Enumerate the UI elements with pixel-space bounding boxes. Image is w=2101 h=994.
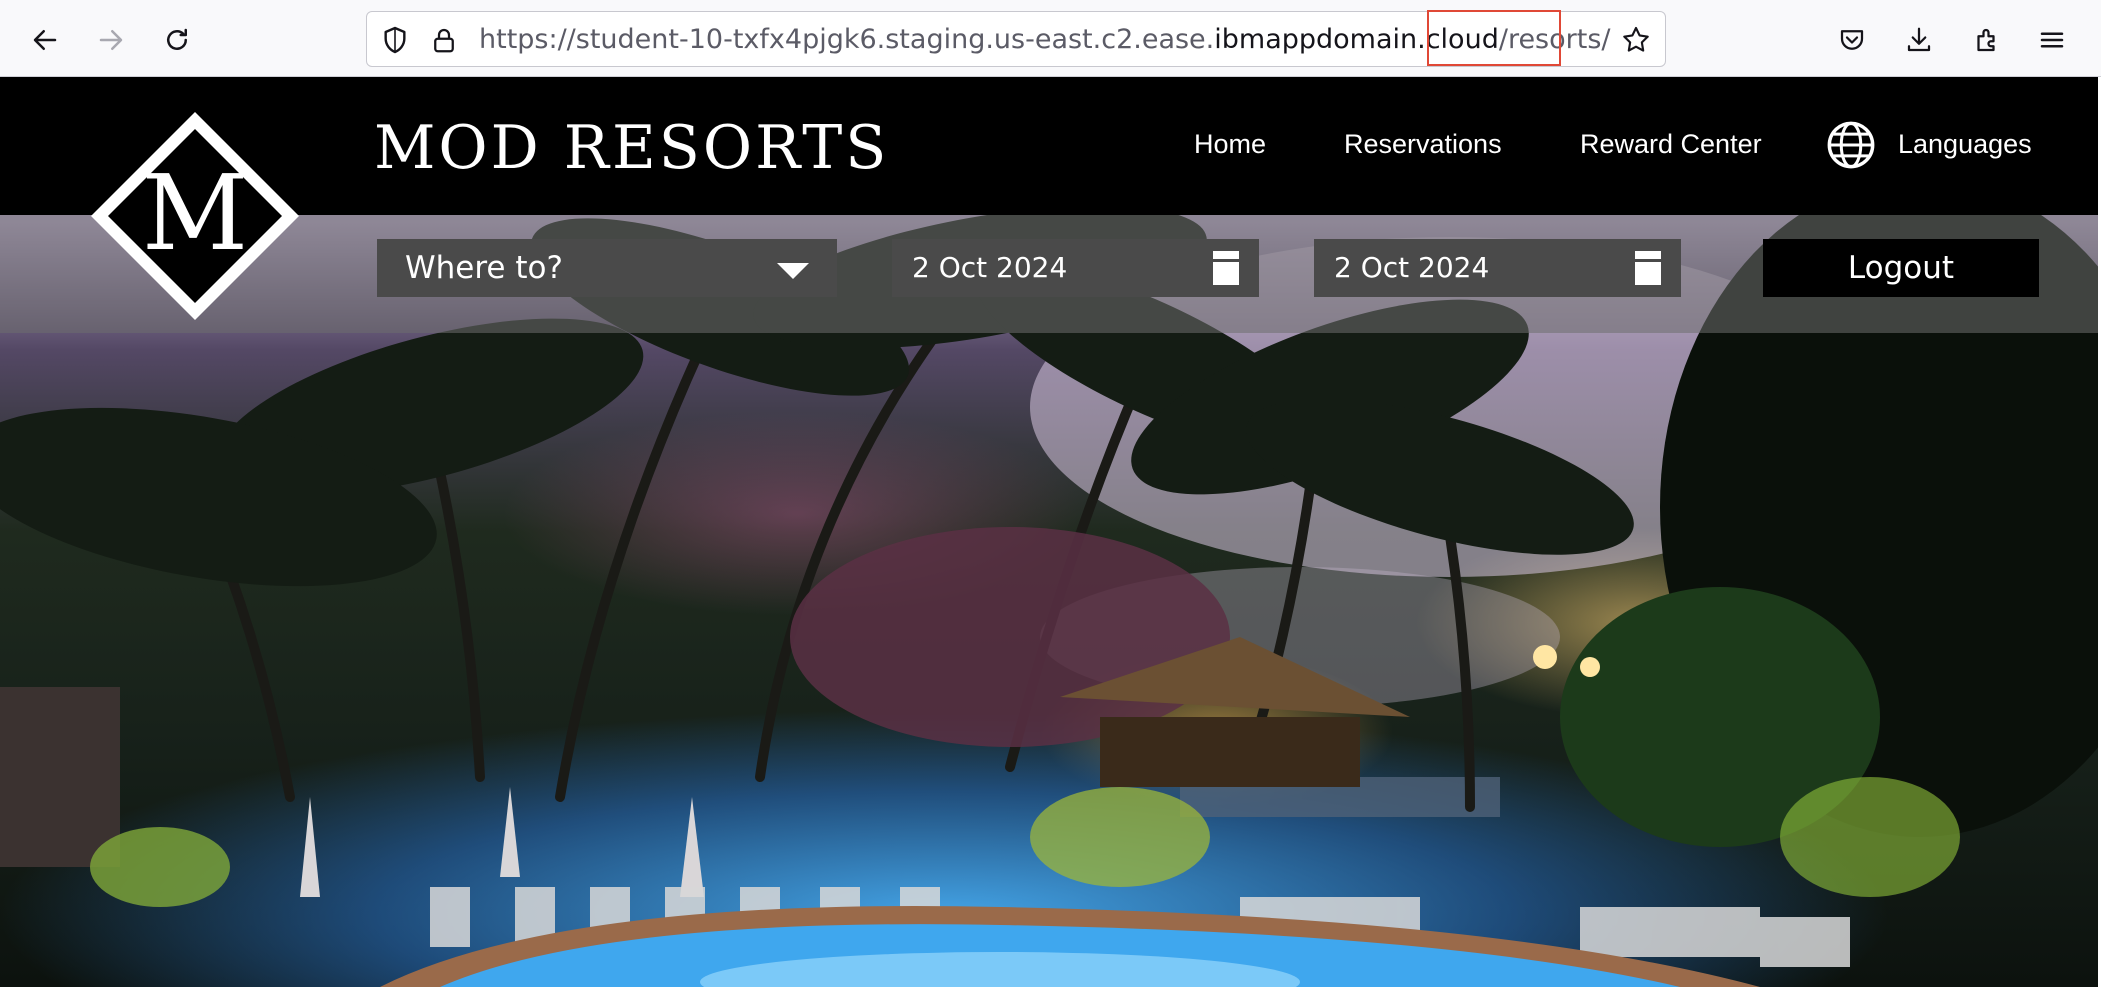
url-subdomain: student-10-txfx4pjgk6.staging.us-east.c2… xyxy=(575,24,1215,55)
mod-resorts-logo[interactable]: M xyxy=(88,109,302,323)
downloads-button[interactable] xyxy=(1895,16,1943,64)
check-in-date: 2 Oct 2024 xyxy=(912,251,1068,284)
menu-icon xyxy=(2040,32,2064,48)
site-header: MOD RESORTS Home Reservations Reward Cen… xyxy=(0,77,2098,215)
calendar-icon[interactable] xyxy=(1635,251,1661,285)
browser-toolbar: https://student-10-txfx4pjgk6.staging.us… xyxy=(0,0,2101,77)
app-menu-button[interactable] xyxy=(2028,16,2076,64)
url-scheme: https:// xyxy=(479,24,576,55)
nav-reward-center[interactable]: Reward Center xyxy=(1580,129,1762,160)
pocket-icon xyxy=(1840,30,1864,50)
chevron-down-icon xyxy=(777,263,809,279)
extensions-button[interactable] xyxy=(1962,16,2010,64)
pocket-button[interactable] xyxy=(1828,16,1876,64)
check-out-date-field[interactable]: 2 Oct 2024 xyxy=(1314,239,1681,297)
destination-label: Where to? xyxy=(405,250,563,286)
url-path-highlight xyxy=(1427,10,1561,66)
nav-reservations[interactable]: Reservations xyxy=(1344,129,1502,160)
check-in-date-field[interactable]: 2 Oct 2024 xyxy=(892,239,1259,297)
back-arrow-icon xyxy=(33,30,57,50)
lock-icon[interactable] xyxy=(429,24,459,56)
reload-icon xyxy=(167,28,187,50)
calendar-icon[interactable] xyxy=(1213,251,1239,285)
star-icon[interactable] xyxy=(1620,24,1652,56)
window-edge-bottom xyxy=(0,987,2101,994)
reload-button[interactable] xyxy=(153,16,201,64)
check-out-date: 2 Oct 2024 xyxy=(1334,251,1490,284)
forward-arrow-icon xyxy=(99,30,123,50)
extensions-icon xyxy=(1977,28,1995,52)
brand-title[interactable]: MOD RESORTS xyxy=(374,113,889,183)
page-viewport: MOD RESORTS Home Reservations Reward Cen… xyxy=(0,77,2098,987)
nav-home[interactable]: Home xyxy=(1194,129,1266,160)
booking-search-bar: Where to? 2 Oct 2024 2 Oct 2024 Logout xyxy=(0,215,2098,333)
download-icon xyxy=(1907,27,1931,52)
forward-button[interactable] xyxy=(87,16,135,64)
back-button[interactable] xyxy=(21,16,69,64)
globe-icon[interactable] xyxy=(1825,119,1877,171)
shield-icon[interactable] xyxy=(379,24,411,56)
logout-button[interactable]: Logout xyxy=(1763,239,2039,297)
nav-languages[interactable]: Languages xyxy=(1898,129,2032,160)
destination-select[interactable]: Where to? xyxy=(377,239,837,297)
logo-letter: M xyxy=(142,152,249,274)
